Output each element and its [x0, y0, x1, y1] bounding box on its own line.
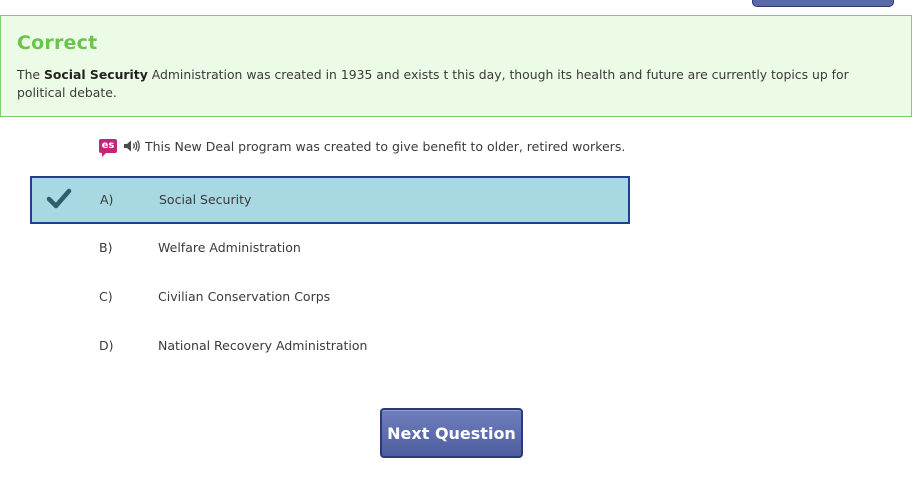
option-text: National Recovery Administration — [158, 338, 368, 353]
option-text: Welfare Administration — [158, 240, 301, 255]
top-button-edge[interactable] — [752, 0, 894, 7]
option-text: Civilian Conservation Corps — [158, 289, 331, 304]
feedback-text: The Social Security Administration was c… — [17, 66, 887, 102]
option-letter: B) — [99, 240, 113, 255]
answer-option-a[interactable]: A) Social Security — [30, 176, 630, 224]
feedback-text-before: The — [17, 67, 44, 82]
speaker-icon[interactable] — [123, 139, 141, 153]
question-row: es This New Deal program was created to … — [99, 137, 626, 157]
option-letter: C) — [99, 289, 113, 304]
translate-es-icon[interactable]: es — [99, 139, 117, 157]
answer-option-c[interactable]: C) Civilian Conservation Corps — [30, 274, 630, 322]
feedback-panel: Correct The Social Security Administrati… — [0, 15, 912, 117]
next-question-button[interactable]: Next Question — [380, 408, 523, 458]
answer-option-b[interactable]: B) Welfare Administration — [30, 225, 630, 273]
checkmark-icon — [46, 188, 72, 209]
option-text: Social Security — [159, 192, 252, 207]
feedback-text-bold: Social Security — [43, 67, 148, 82]
question-text: This New Deal program was created to giv… — [145, 138, 626, 154]
feedback-title: Correct — [17, 32, 98, 54]
option-letter: A) — [100, 192, 114, 207]
answer-option-d[interactable]: D) National Recovery Administration — [30, 323, 630, 371]
option-letter: D) — [99, 338, 114, 353]
